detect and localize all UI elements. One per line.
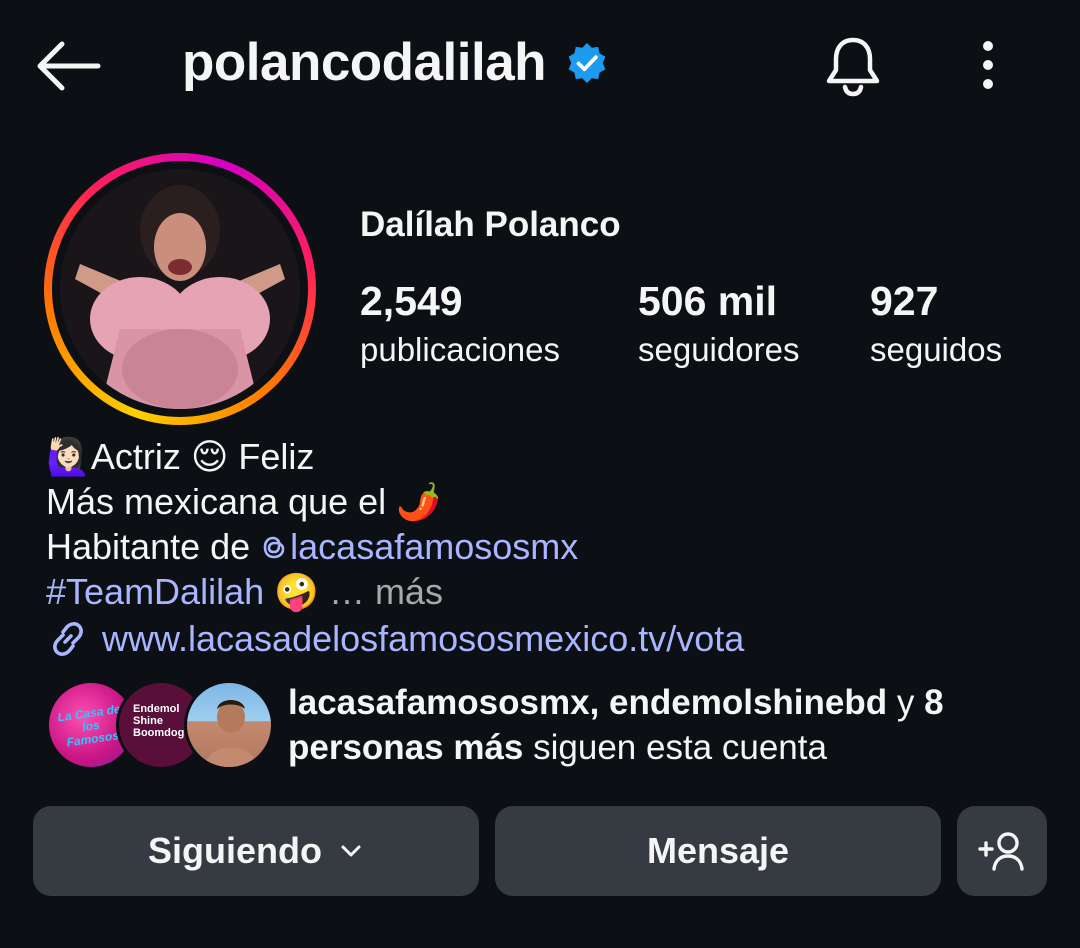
avatar-logo-text: Endemol: [133, 703, 180, 715]
posts-stat[interactable]: 2,549 publicaciones: [360, 278, 560, 376]
followers-stat[interactable]: 506 mil seguidores: [638, 278, 799, 376]
following-label: seguidos: [870, 331, 1003, 368]
full-name: Dalílah Polanco: [360, 205, 621, 244]
relieved-face-emoji: 😌: [190, 436, 229, 477]
connector: y: [887, 683, 925, 722]
chevron-down-icon: [341, 845, 361, 857]
following-count: 927: [870, 278, 939, 324]
link-text: www.lacasadelosfamososmexico.tv/vota: [102, 618, 745, 659]
bell-icon: [826, 37, 880, 97]
following-button[interactable]: Siguiendo: [33, 806, 479, 896]
separator: ,: [589, 683, 610, 722]
followers-count: 506 mil: [638, 278, 778, 324]
avatar-logo-text: Boomdog: [133, 727, 185, 739]
message-button[interactable]: Mensaje: [495, 806, 941, 896]
bio-line: #TeamDalilah 🤪 … más: [46, 569, 1046, 614]
suggested-people-button[interactable]: [957, 806, 1047, 896]
bio-text: Actriz: [90, 436, 191, 477]
bio-line: Más mexicana que el 🌶️: [46, 479, 1046, 524]
top-bar: polancodalilah: [0, 0, 1080, 135]
chili-pepper-emoji: 🌶️: [396, 481, 442, 522]
mutual-account: endemolshinebd: [609, 683, 888, 722]
zany-face-emoji: 🤪: [274, 571, 319, 612]
bio-text: Habitante de: [46, 526, 261, 567]
more-vertical-icon: [983, 41, 993, 89]
followed-suffix: siguen esta cuenta: [523, 728, 827, 767]
arrow-left-icon: [37, 41, 101, 91]
following-label: Siguiendo: [148, 830, 322, 871]
bio-line: 🙋🏻‍♀️ Actriz 😌 Feliz: [46, 434, 1046, 479]
message-label: Mensaje: [646, 830, 790, 871]
followers-label: seguidores: [638, 331, 800, 368]
username: polancodalilah: [182, 33, 547, 92]
mention-text: lacasafamososmx: [290, 526, 579, 567]
story-ring[interactable]: [44, 153, 316, 425]
bio: 🙋🏻‍♀️ Actriz 😌 Feliz Más mexicana que el…: [46, 434, 1046, 614]
avatar-logo-text: Shine: [133, 715, 163, 727]
back-button[interactable]: [34, 40, 102, 92]
posts-label: publicaciones: [360, 331, 560, 368]
followed-by-text[interactable]: lacasafamososmx, endemolshinebd y 8 pers…: [288, 680, 1048, 770]
mention-link[interactable]: lacasafamososmx: [260, 524, 578, 569]
notifications-button[interactable]: [820, 34, 886, 100]
link-icon: [53, 622, 83, 656]
hashtag-link[interactable]: #TeamDalilah: [46, 569, 264, 614]
more-bio-button[interactable]: … más: [319, 569, 443, 614]
username-header: polancodalilah: [182, 32, 608, 93]
profile-avatar: [60, 169, 300, 409]
threads-icon: [263, 536, 285, 558]
posts-count: 2,549: [360, 278, 463, 324]
verified-badge-icon: [568, 42, 606, 83]
mutual-account: lacasafamososmx: [288, 683, 590, 722]
bio-link[interactable]: www.lacasadelosfamososmexico.tv/vota: [46, 617, 744, 661]
add-person-icon: [978, 832, 1024, 871]
bio-text: Más mexicana que el: [46, 481, 397, 522]
more-options-button[interactable]: [968, 38, 1008, 94]
raising-hand-emoji: 🙋🏻‍♀️: [46, 436, 91, 477]
follower-avatar: [184, 680, 274, 770]
bio-text: Feliz: [228, 436, 315, 477]
mutual-followers-avatars[interactable]: La Casa de los Famosos Endemol Shine Boo…: [46, 678, 274, 770]
bio-line: Habitante de lacasafamososmx: [46, 524, 1046, 569]
following-stat[interactable]: 927 seguidos: [870, 278, 1002, 376]
